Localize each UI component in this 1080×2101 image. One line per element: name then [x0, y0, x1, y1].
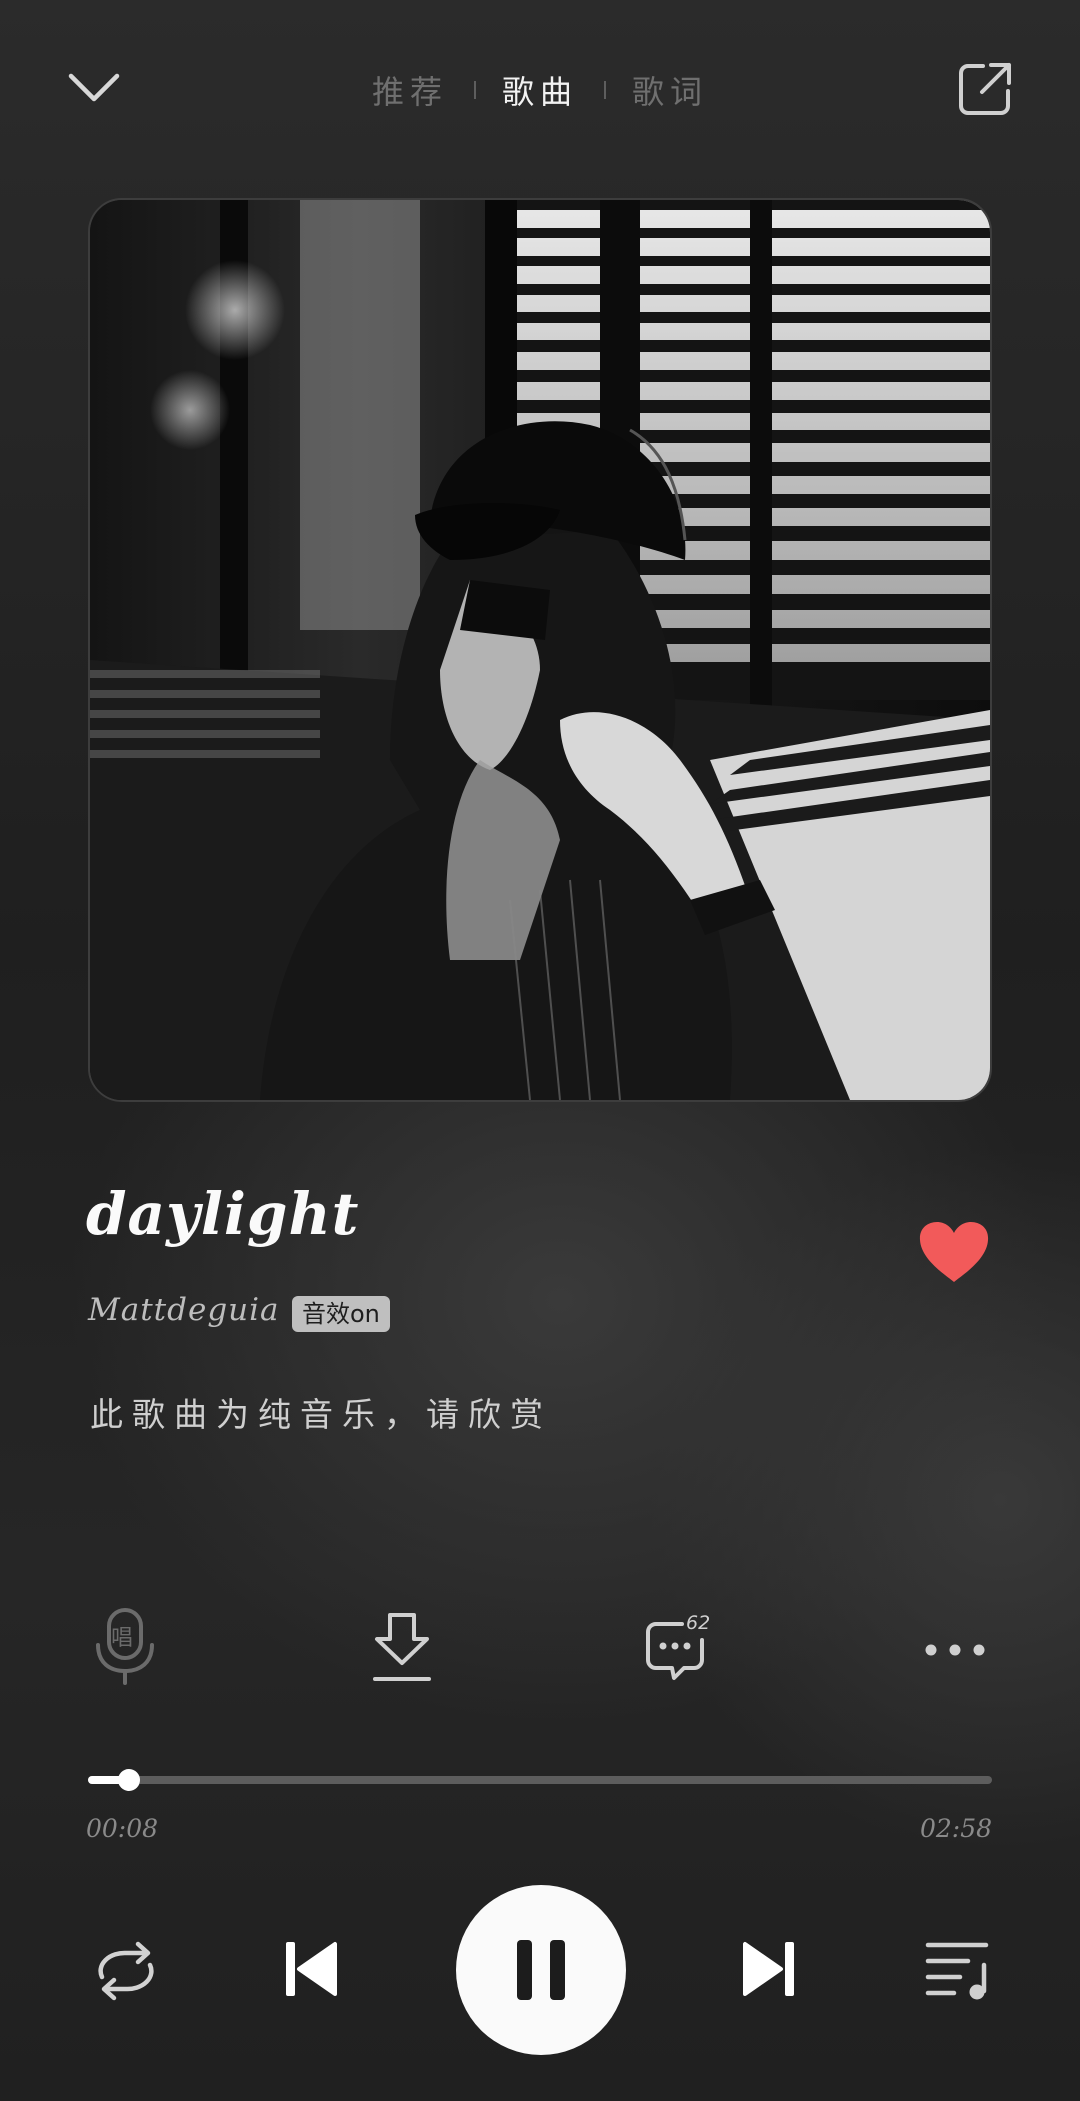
album-cover[interactable]	[88, 198, 992, 1102]
collapse-button[interactable]	[62, 60, 126, 116]
current-time: 00:08	[86, 1814, 159, 1843]
more-button[interactable]	[920, 1630, 990, 1670]
share-external-icon	[959, 63, 1011, 115]
tab-song[interactable]: 歌曲	[476, 67, 604, 113]
karaoke-button[interactable]: 唱	[90, 1606, 160, 1686]
total-duration: 02:58	[919, 1814, 992, 1843]
playlist-button[interactable]	[922, 1936, 994, 2004]
download-icon	[373, 1613, 431, 1681]
album-cover-image	[90, 200, 990, 1100]
progress-thumb[interactable]	[118, 1769, 140, 1791]
sound-effect-badge[interactable]: 音效on	[292, 1296, 390, 1332]
playlist-icon	[925, 1942, 989, 2000]
previous-icon	[286, 1942, 337, 1996]
tab-lyrics[interactable]: 歌词	[606, 67, 734, 113]
progress-track[interactable]	[88, 1776, 992, 1784]
share-button[interactable]	[954, 58, 1016, 120]
chevron-down-icon	[68, 73, 120, 102]
repeat-button[interactable]	[88, 1934, 164, 2008]
artist-name[interactable]: Mattdeguia	[88, 1292, 280, 1328]
next-icon	[743, 1942, 794, 1996]
lyric-note: 此歌曲为纯音乐，请欣赏	[90, 1395, 552, 1434]
pause-button[interactable]	[456, 1885, 626, 2055]
more-icon	[925, 1644, 985, 1656]
top-tabs: 推荐 歌曲 歌词	[340, 62, 740, 118]
download-button[interactable]	[370, 1610, 434, 1684]
tab-recommend[interactable]: 推荐	[346, 67, 474, 113]
song-title: daylight	[86, 1180, 360, 1248]
heart-icon	[919, 1222, 989, 1282]
like-button[interactable]	[916, 1218, 992, 1286]
comment-count: 62	[686, 1612, 711, 1634]
pause-icon	[517, 1940, 565, 2000]
karaoke-label: 唱	[111, 1626, 134, 1651]
next-button[interactable]	[738, 1938, 800, 2000]
previous-button[interactable]	[280, 1938, 342, 2000]
repeat-icon	[98, 1941, 154, 2001]
